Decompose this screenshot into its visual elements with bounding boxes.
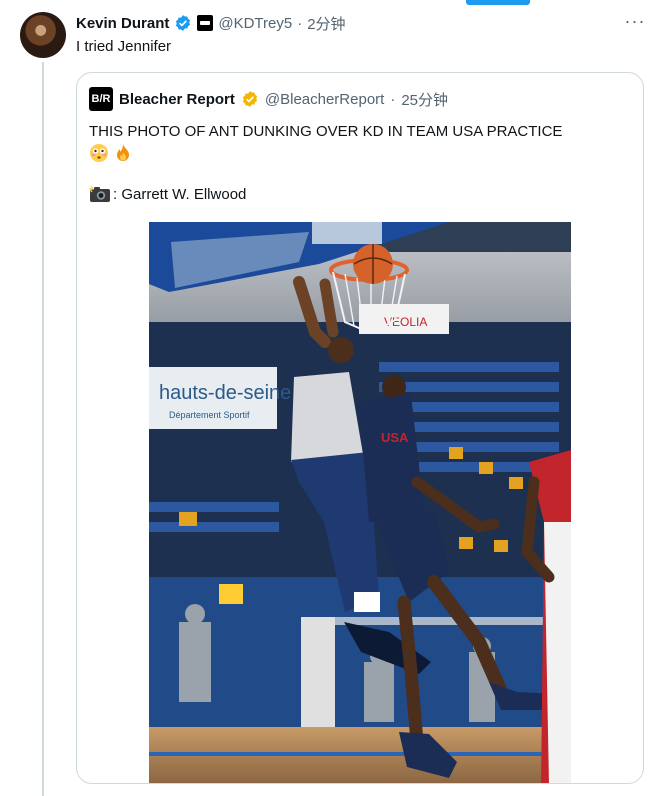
gold-verified-badge-icon — [242, 91, 257, 107]
camera-flash-emoji-icon — [89, 185, 110, 202]
bleacher-report-logo: B/R — [89, 87, 113, 111]
quoted-timestamp: 25分钟 — [401, 91, 449, 109]
more-options-icon[interactable]: ··· — [622, 10, 648, 36]
quoted-author-handle: @BleacherReport — [264, 90, 385, 108]
author-name[interactable]: Kevin Durant — [76, 15, 169, 32]
banner-text: hauts-de-seine — [159, 382, 291, 404]
quoted-tweet-header: B/R Bleacher Report @BleacherReport · 25… — [89, 87, 448, 111]
jersey-text: USA — [381, 430, 409, 445]
emoji-row — [89, 143, 133, 163]
verified-badge-icon — [176, 15, 191, 31]
tweet-text: I tried Jennifer — [76, 38, 172, 55]
tweet[interactable]: Kevin Durant @KDTrey5 · 2分钟 ··· I tried … — [0, 0, 660, 796]
dunk-photo-illustration: hauts-de-seine Département Sportif VEOLI… — [149, 222, 571, 783]
tweet-timestamp[interactable]: 2分钟 — [307, 13, 345, 34]
separator-dot: · — [297, 14, 303, 32]
quoted-tweet-text: THIS PHOTO OF ANT DUNKING OVER KD IN TEA… — [89, 123, 563, 140]
thread-line — [42, 62, 44, 796]
photo-credit: : Garrett W. Ellwood — [89, 185, 246, 203]
tweet-header: Kevin Durant @KDTrey5 · 2分钟 — [76, 12, 346, 34]
avatar[interactable] — [20, 12, 66, 58]
affiliation-badge-icon[interactable] — [197, 15, 214, 31]
banner-subtext: Département Sportif — [169, 410, 250, 420]
quoted-tweet-card[interactable]: B/R Bleacher Report @BleacherReport · 25… — [76, 72, 644, 784]
quoted-separator-dot: · — [390, 90, 396, 108]
photo-credit-text: : Garrett W. Ellwood — [113, 185, 247, 203]
author-handle[interactable]: @KDTrey5 — [218, 15, 292, 32]
fire-emoji-icon — [117, 144, 129, 161]
flushed-face-emoji-icon — [90, 144, 108, 162]
quoted-author-name: Bleacher Report — [119, 90, 235, 108]
tweet-photo[interactable]: hauts-de-seine Département Sportif VEOLI… — [149, 222, 571, 783]
